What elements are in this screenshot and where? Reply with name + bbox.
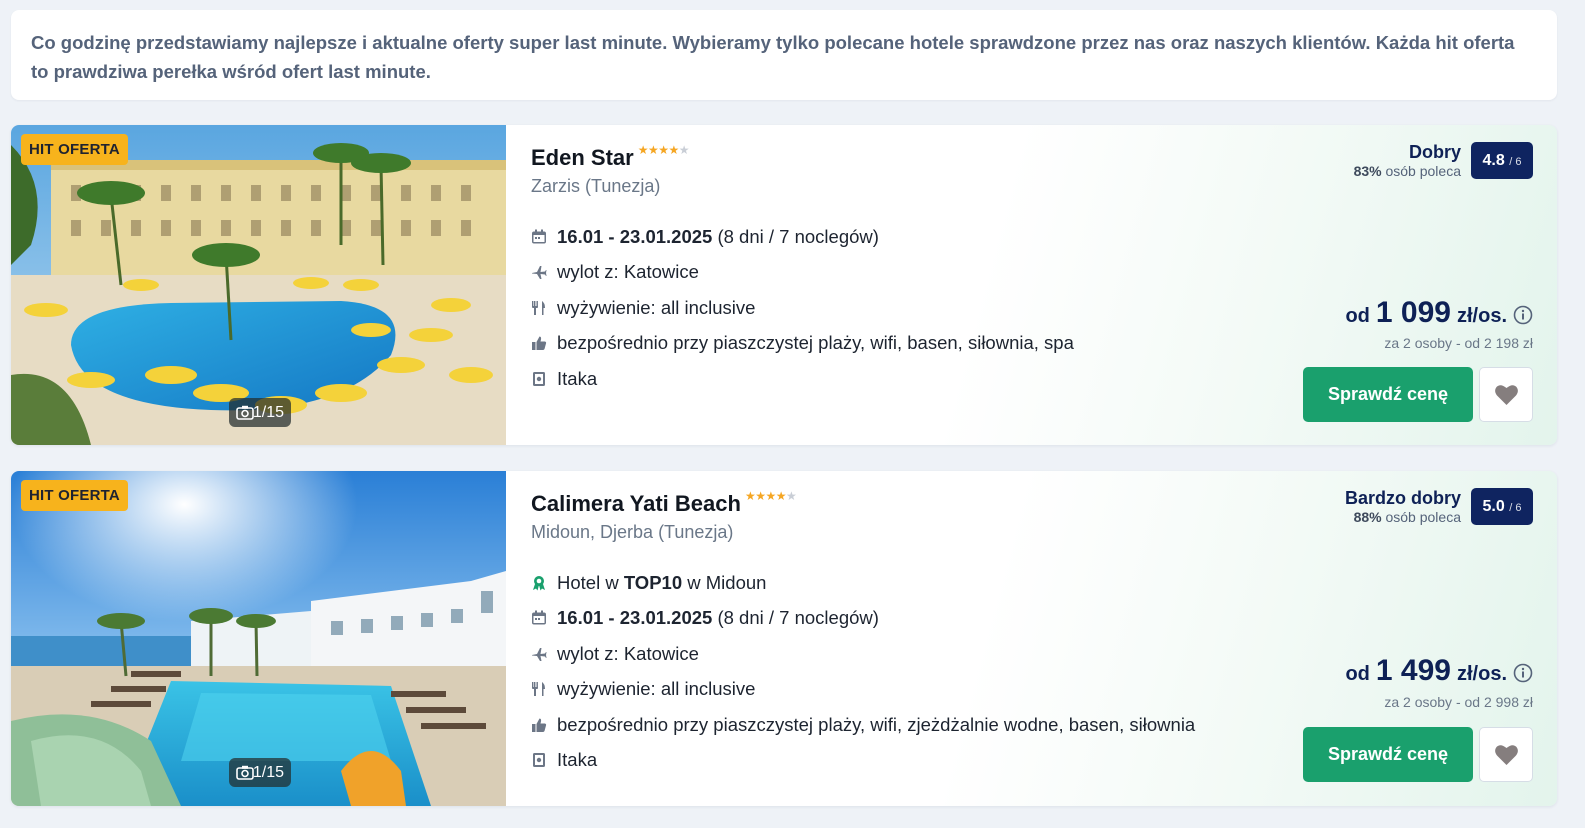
trip-dates: 16.01 - 23.01.2025 (8 dni / 7 noclegów) (531, 219, 1231, 255)
tour-operator: Itaka (531, 743, 1231, 779)
photo-count-text: 1/15 (252, 764, 284, 781)
star-rating: ★★★★★ (637, 143, 690, 157)
hotel-location: Zarzis (Tunezja) (531, 176, 661, 196)
rating-label: Bardzo dobry (1344, 488, 1461, 508)
camera-icon (236, 405, 254, 420)
hit-offer-badge: HIT OFERTA (21, 480, 128, 511)
price-panel: Dobry 83% osób poleca 4.8 / 6 od 1 099 z… (1273, 125, 1533, 445)
plane-icon (532, 266, 547, 280)
calendar-icon (532, 610, 546, 625)
photo-counter[interactable]: 1/15 (229, 398, 291, 427)
highlights-text: bezpośrednio przy piaszczystej plaży, wi… (557, 713, 1196, 735)
price-panel: Bardzo dobry 88% osób poleca 5.0 / 6 od … (1273, 471, 1533, 806)
score-badge: 4.8 / 6 (1471, 142, 1533, 179)
price-value: 1 099 (1375, 296, 1451, 329)
rating-label: Dobry (1408, 142, 1461, 162)
recommend-text: 83% osób poleca (1353, 163, 1461, 179)
departure-text: wylot z: Katowice (557, 261, 699, 283)
board-text: wyżywienie: all inclusive (557, 678, 756, 700)
price: od 1 499 zł/os. (1345, 654, 1533, 688)
offer-card[interactable]: HIT OFERTA 1/15 Eden Star ★★★★★ Zarzis (… (11, 125, 1557, 445)
highlights: bezpośrednio przy piaszczystej plaży, wi… (531, 326, 1231, 362)
recommend-text: 88% osób poleca (1353, 509, 1461, 525)
board-type: wyżywienie: all inclusive (531, 672, 1231, 708)
price-unit: zł/os. (1456, 305, 1507, 327)
favorite-button[interactable] (1479, 727, 1533, 782)
dates-value: 16.01 - 23.01.2025 (557, 225, 713, 247)
offer-info: Calimera Yati Beach ★★★★★ Midoun, Djerba… (531, 471, 1231, 778)
hotel-location: Midoun, Djerba (Tunezja) (531, 522, 734, 542)
hotel-name[interactable]: Calimera Yati Beach (531, 491, 741, 517)
thumbs-up-icon (532, 336, 547, 351)
intro-box: Co godzinę przedstawiamy najlepsze i akt… (11, 10, 1557, 100)
operator-icon (533, 753, 545, 768)
hotel-name[interactable]: Eden Star (531, 145, 634, 171)
score-badge: 5.0 / 6 (1471, 488, 1533, 525)
info-icon[interactable] (1513, 305, 1533, 325)
plane-icon (532, 647, 547, 661)
price: od 1 099 zł/os. (1345, 296, 1533, 330)
intro-text: Co godzinę przedstawiamy najlepsze i akt… (31, 32, 1515, 82)
trip-dates: 16.01 - 23.01.2025 (8 dni / 7 noclegów) (531, 601, 1231, 637)
highlights: bezpośrednio przy piaszczystej plaży, wi… (531, 707, 1231, 743)
thumbs-up-icon (532, 718, 547, 732)
hotel-photo[interactable]: HIT OFERTA 1/15 (11, 125, 506, 445)
camera-icon (236, 765, 254, 780)
rating: Bardzo dobry 88% osób poleca 5.0 / 6 (1345, 488, 1533, 526)
photo-count-text: 1/15 (252, 404, 284, 421)
top10-suffix: w Midoun (687, 571, 767, 593)
tour-operator: Itaka (531, 361, 1231, 397)
price-total: za 2 osoby - od 2 998 zł (1384, 694, 1533, 710)
favorite-button[interactable] (1479, 367, 1533, 422)
departure: wylot z: Katowice (531, 636, 1231, 672)
departure: wylot z: Katowice (531, 255, 1231, 291)
star-rating: ★★★★★ (744, 489, 797, 503)
offer-info: Eden Star ★★★★★ Zarzis (Tunezja) 16.01 -… (531, 125, 1231, 397)
price-prefix: od (1345, 305, 1370, 327)
operator-icon (533, 371, 545, 386)
rating: Dobry 83% osób poleca 4.8 / 6 (1354, 142, 1533, 180)
highlights-text: bezpośrednio przy piaszczystej plaży, wi… (557, 332, 1074, 354)
cutlery-icon (532, 300, 545, 315)
trophy-icon (533, 575, 545, 591)
hotel-photo-image (11, 125, 506, 445)
price-unit: zł/os. (1456, 663, 1507, 685)
hit-offer-badge: HIT OFERTA (21, 134, 128, 165)
price-value: 1 499 (1375, 654, 1451, 687)
operator-text: Itaka (557, 367, 598, 389)
hotel-photo[interactable]: HIT OFERTA 1/15 (11, 471, 506, 806)
check-price-button[interactable]: Sprawdź cenę (1303, 727, 1473, 782)
dates-value: 16.01 - 23.01.2025 (557, 607, 713, 629)
board-type: wyżywienie: all inclusive (531, 290, 1231, 326)
hotel-photo-image (11, 471, 506, 806)
calendar-icon (532, 229, 546, 244)
top10-prefix: Hotel w (557, 571, 619, 593)
operator-text: Itaka (557, 749, 598, 771)
check-price-button[interactable]: Sprawdź cenę (1303, 367, 1473, 422)
price-prefix: od (1345, 663, 1370, 685)
duration-value: (8 dni / 7 noclegów) (717, 607, 879, 629)
photo-counter[interactable]: 1/15 (229, 758, 291, 787)
offer-card[interactable]: HIT OFERTA 1/15 Calimera Yati Beach ★★★★… (11, 471, 1557, 806)
heart-icon (1495, 385, 1518, 405)
top10-badge: Hotel w TOP10 w Midoun (531, 565, 1231, 601)
info-icon[interactable] (1513, 663, 1533, 683)
departure-text: wylot z: Katowice (557, 642, 699, 664)
board-text: wyżywienie: all inclusive (557, 296, 756, 318)
duration-value: (8 dni / 7 noclegów) (717, 225, 879, 247)
top10-rank: TOP10 (623, 571, 683, 593)
cutlery-icon (532, 682, 545, 697)
price-total: za 2 osoby - od 2 198 zł (1384, 335, 1533, 351)
heart-icon (1495, 745, 1518, 765)
